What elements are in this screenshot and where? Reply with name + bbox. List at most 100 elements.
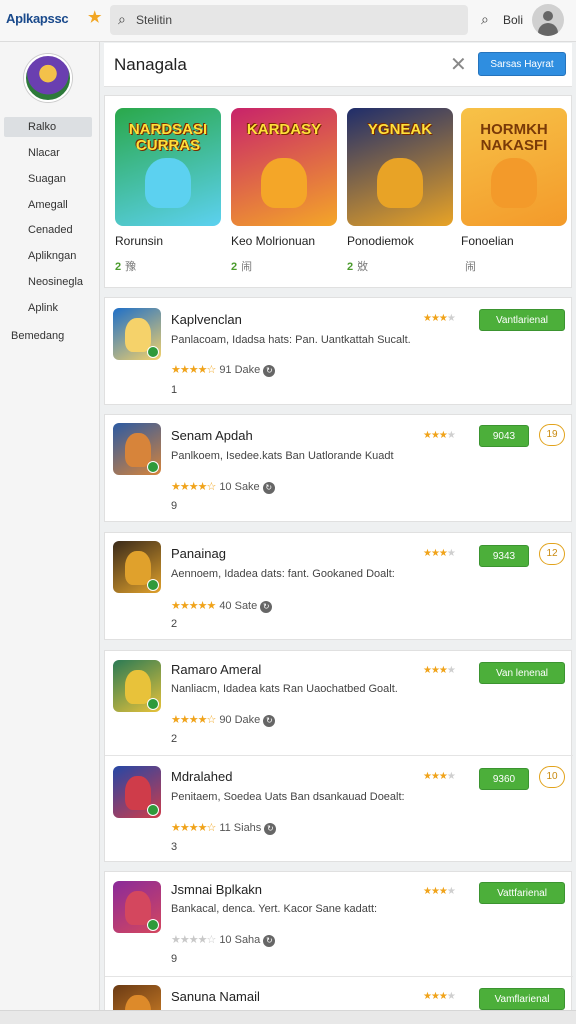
app-description: Penitaem, Soedea Uats Ban dsankauad Doea… bbox=[171, 791, 405, 803]
stars-icon: ★★★★☆ bbox=[171, 822, 216, 834]
sidebar: Ralko Nlacar Suagan Amegall Cenaded Apli… bbox=[0, 42, 100, 1024]
featured-meta: 2豫 bbox=[115, 261, 137, 273]
badge-icon bbox=[147, 804, 159, 816]
featured-character bbox=[261, 158, 307, 208]
install-button[interactable]: Vantlarienal bbox=[479, 309, 565, 331]
featured-art-title: HORMKH NAKASFI bbox=[480, 121, 548, 154]
sidebar-item-6[interactable]: Neosinegla bbox=[4, 272, 92, 292]
mini-stars-icon: ★★★★ bbox=[423, 548, 456, 559]
featured-character bbox=[491, 158, 537, 208]
app-description: Panlacoam, Idadsa hats: Pan. Uantkattah … bbox=[171, 334, 411, 346]
bottom-bar bbox=[0, 1010, 576, 1024]
stars-icon: ★★★★☆ bbox=[171, 364, 216, 376]
count-badge: 19 bbox=[539, 424, 565, 446]
list-item[interactable]: Mdralahed Penitaem, Soedea Uats Ban dsan… bbox=[105, 755, 573, 863]
app-rating: ★★★★★ 40 Sate ↻ bbox=[171, 599, 273, 613]
app-rating: ★★★★☆ 10 Saha ↻ bbox=[171, 933, 276, 947]
app-card: Kaplvenclan Panlacoam, Idadsa hats: Pan.… bbox=[104, 297, 572, 405]
sidebar-item-7[interactable]: Aplink bbox=[4, 298, 92, 318]
info-icon: ↻ bbox=[264, 823, 277, 835]
app-description: Panlkoem, Isedee.kats Ban Uatlorande Kua… bbox=[171, 450, 394, 462]
featured-card[interactable]: HORMKH NAKASFI Fonoelian 闹 bbox=[461, 108, 567, 274]
install-button[interactable]: Van lenenal bbox=[479, 662, 565, 684]
list-item[interactable]: Ramaro Ameral Nanliacm, Idadea kats Ran … bbox=[105, 651, 573, 755]
list-item[interactable]: Kaplvenclan Panlacoam, Idadsa hats: Pan.… bbox=[105, 298, 573, 406]
sidebar-item-1[interactable]: Nlacar bbox=[4, 143, 92, 163]
featured-carousel: NARDSASI CURRAS Rorunsin 2豫 KARDASY Keo … bbox=[104, 95, 572, 288]
app-logo[interactable]: Aplkapssc ★ bbox=[6, 9, 101, 26]
stars-icon: ★★★★☆ bbox=[171, 714, 216, 726]
mini-stars-icon: ★★★★ bbox=[423, 430, 456, 441]
mini-stars-icon: ★★★★ bbox=[423, 313, 456, 324]
app-count: 2 bbox=[171, 618, 178, 630]
price-button[interactable]: 9360 bbox=[479, 768, 529, 790]
featured-name: Keo Molrionuan bbox=[231, 234, 316, 248]
badge-icon bbox=[147, 579, 159, 591]
top-bar: Aplkapssc ★ ⌕ Stelitin ⌕ Boli bbox=[0, 0, 576, 42]
info-icon: ↻ bbox=[260, 601, 273, 613]
badge-icon bbox=[147, 919, 159, 931]
install-button[interactable]: Vamflarienal bbox=[479, 988, 565, 1010]
app-description: Aennoem, Idadea dats: fant. Gookaned Doa… bbox=[171, 568, 395, 580]
app-rating: ★★★★☆ 90 Dake ↻ bbox=[171, 713, 276, 727]
user-avatar[interactable] bbox=[532, 4, 564, 36]
app-count: 3 bbox=[171, 841, 178, 853]
app-rating: ★★★★☆ 11 Siahs ↻ bbox=[171, 821, 277, 835]
info-icon: ↻ bbox=[263, 715, 276, 727]
list-item[interactable]: Jsmnai Bplkakn Bankacal, denca. Yert. Ka… bbox=[105, 872, 573, 976]
featured-card[interactable]: NARDSASI CURRAS Rorunsin 2豫 bbox=[115, 108, 221, 274]
search-input[interactable]: Stelitin bbox=[136, 13, 172, 27]
mini-stars-icon: ★★★★ bbox=[423, 886, 456, 897]
info-icon: ↻ bbox=[262, 482, 275, 494]
app-name: Kaplvenclan bbox=[171, 312, 242, 327]
logo-star-icon: ★ bbox=[88, 9, 102, 26]
search-bar[interactable]: ⌕ Stelitin bbox=[110, 5, 468, 35]
price-button[interactable]: 9343 bbox=[479, 545, 529, 567]
search-icon-button[interactable]: ⌕ bbox=[481, 11, 489, 28]
sidebar-item-5[interactable]: Aplikngan bbox=[4, 246, 92, 266]
stars-icon: ★★★★☆ bbox=[171, 481, 216, 493]
app-thumbnail bbox=[113, 660, 161, 712]
search-icon: ⌕ bbox=[118, 11, 126, 27]
app-card: Ramaro Ameral Nanliacm, Idadea kats Ran … bbox=[104, 650, 573, 863]
count-badge: 12 bbox=[539, 543, 565, 565]
app-card: Panainag Aennoem, Idadea dats: fant. Goo… bbox=[104, 532, 572, 640]
install-button[interactable]: Vattfarienal bbox=[479, 882, 565, 904]
top-link[interactable]: Boli bbox=[503, 13, 523, 27]
app-thumbnail bbox=[113, 881, 161, 933]
app-name: Panainag bbox=[171, 546, 226, 561]
price-button[interactable]: 9043 bbox=[479, 425, 529, 447]
badge-icon bbox=[147, 346, 159, 358]
app-name: Mdralahed bbox=[171, 769, 233, 784]
featured-meta: 2敚 bbox=[347, 261, 369, 273]
sidebar-item-2[interactable]: Suagan bbox=[4, 169, 92, 189]
app-rating: ★★★★☆ 91 Dake ↻ bbox=[171, 363, 276, 377]
app-count: 1 bbox=[171, 384, 178, 396]
sidebar-item-3[interactable]: Amegall bbox=[4, 195, 92, 215]
app-name: Ramaro Ameral bbox=[171, 662, 262, 677]
mini-stars-icon: ★★★★ bbox=[423, 665, 456, 676]
badge-icon bbox=[147, 461, 159, 473]
close-icon[interactable]: ✕ bbox=[450, 52, 467, 77]
featured-name: Ponodiemok bbox=[347, 234, 414, 248]
info-icon: ↻ bbox=[263, 365, 276, 377]
app-description: Nanliacm, Idadea kats Ran Uaochatbed Goa… bbox=[171, 683, 398, 695]
featured-art: KARDASY bbox=[231, 108, 337, 226]
sidebar-item-0[interactable]: Ralko bbox=[4, 117, 92, 137]
featured-art-title: YGNEAK bbox=[367, 121, 433, 138]
count-badge: 10 bbox=[539, 766, 565, 788]
info-icon: ↻ bbox=[263, 935, 276, 947]
sidebar-item-4[interactable]: Cenaded bbox=[4, 220, 92, 240]
featured-card[interactable]: KARDASY Keo Molrionuan 2闹 bbox=[231, 108, 337, 274]
featured-card[interactable]: YGNEAK Ponodiemok 2敚 bbox=[347, 108, 453, 274]
primary-action-button[interactable]: Sarsas Hayrat bbox=[478, 52, 566, 76]
app-count: 9 bbox=[171, 500, 178, 512]
app-name: Senam Apdah bbox=[171, 428, 253, 443]
app-description: Bankacal, denca. Yert. Kacor Sane kadatt… bbox=[171, 903, 378, 915]
app-card: Jsmnai Bplkakn Bankacal, denca. Yert. Ka… bbox=[104, 871, 573, 1024]
list-item[interactable]: Senam Apdah Panlkoem, Isedee.kats Ban Ua… bbox=[105, 415, 573, 523]
featured-character bbox=[145, 158, 191, 208]
sidebar-avatar[interactable] bbox=[24, 54, 72, 102]
list-item[interactable]: Panainag Aennoem, Idadea dats: fant. Goo… bbox=[105, 533, 573, 641]
sidebar-item-8[interactable]: Bemedang bbox=[8, 326, 96, 346]
